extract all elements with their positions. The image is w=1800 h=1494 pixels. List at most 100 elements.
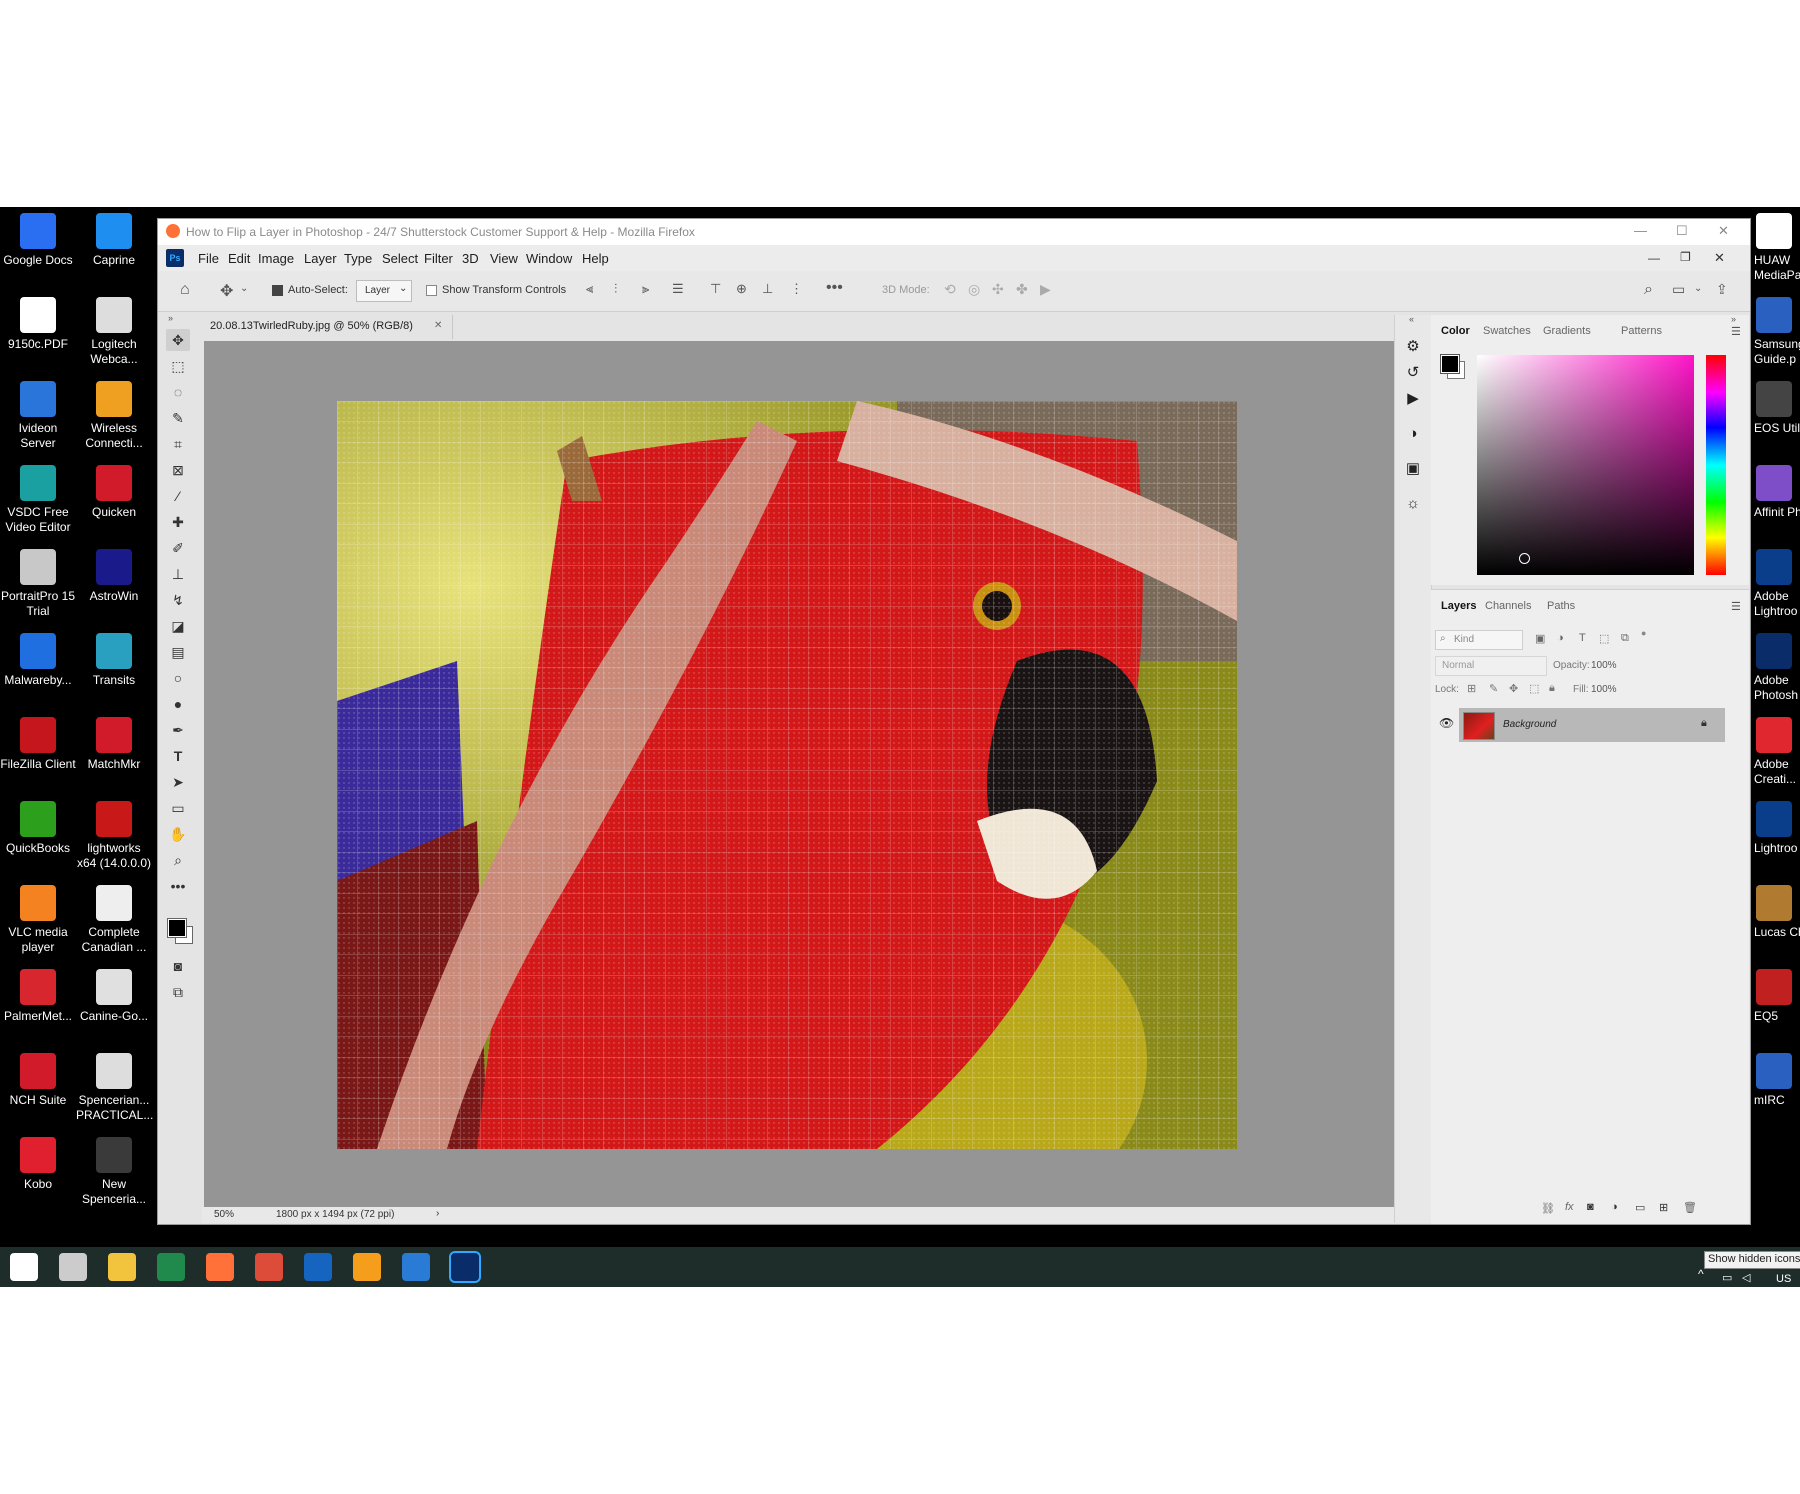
photos-icon[interactable] — [402, 1253, 430, 1281]
history-brush-icon[interactable]: ↯ — [166, 589, 190, 611]
3d-pan-icon[interactable]: ✣ — [992, 281, 1004, 298]
move-tool-icon[interactable]: ✥ — [220, 281, 233, 301]
dock-collapse-icon[interactable]: « — [1409, 314, 1414, 324]
desktop-icon[interactable]: Logitech Webca... — [76, 297, 152, 367]
filter-type-icon[interactable]: T — [1579, 632, 1586, 644]
new-group-icon[interactable]: ▭ — [1635, 1201, 1645, 1214]
document-tab[interactable]: 20.08.13TwirledRuby.jpg @ 50% (RGB/8) ✕ — [202, 315, 453, 339]
adjustments-icon[interactable]: ◑ — [1403, 425, 1423, 445]
quick-select-icon[interactable]: ✎ — [166, 407, 190, 429]
lock-all-icon[interactable]: 🔒︎ — [1549, 682, 1555, 695]
3d-roll-icon[interactable]: ◎ — [968, 281, 980, 298]
lock-transparent-icon[interactable]: ⊞ — [1467, 682, 1476, 695]
workspace-icon[interactable]: ▭ — [1672, 281, 1685, 298]
desktop-icon[interactable]: Ivideon Server — [0, 381, 76, 451]
fill-value[interactable]: 100% — [1591, 684, 1617, 695]
lock-pixels-icon[interactable]: ✎ — [1489, 682, 1498, 695]
3d-slide-icon[interactable]: ✤ — [1016, 281, 1028, 298]
tab-swatches[interactable]: Swatches — [1483, 325, 1531, 337]
desktop-icon[interactable]: AstroWin — [76, 549, 152, 604]
desktop-icon[interactable]: Quicken — [76, 465, 152, 520]
filter-adjustment-icon[interactable]: ◑ — [1557, 632, 1564, 644]
blend-mode-dropdown[interactable]: Normal — [1435, 656, 1547, 676]
more-options-icon[interactable]: ••• — [826, 279, 843, 297]
menu-select[interactable]: Select — [382, 251, 418, 266]
menu-help[interactable]: Help — [582, 251, 609, 266]
close-icon[interactable]: ✕ — [1718, 223, 1729, 239]
maximize-icon[interactable]: ☐ — [1676, 223, 1688, 239]
show-transform-checkbox[interactable] — [426, 285, 437, 296]
desktop-icon[interactable]: PortraitPro 15 Trial — [0, 549, 76, 619]
ps-close-icon[interactable]: ✕ — [1714, 250, 1725, 266]
desktop-icon[interactable]: PalmerMet... — [0, 969, 76, 1024]
spreadsheet-icon[interactable] — [157, 1253, 185, 1281]
desktop-icon[interactable]: Transits — [76, 633, 152, 688]
3d-camera-icon[interactable]: ▶ — [1040, 281, 1051, 298]
canvas-area[interactable] — [204, 341, 1418, 1207]
menu-filter[interactable]: Filter — [424, 251, 453, 266]
lasso-icon[interactable]: ◌ — [166, 381, 190, 403]
add-mask-icon[interactable]: ◙ — [1587, 1201, 1594, 1213]
libraries-icon[interactable]: ▣ — [1403, 459, 1423, 479]
filter-toggle-icon[interactable]: ● — [1641, 628, 1646, 638]
chevron-down-icon[interactable]: ⌄ — [240, 283, 248, 294]
align-left-icon[interactable]: ⫷ — [586, 281, 593, 297]
desktop-icon[interactable]: Spencerian... PRACTICAL... — [76, 1053, 153, 1123]
desktop-icon[interactable]: QuickBooks — [0, 801, 76, 856]
layer-fx-icon[interactable]: fx — [1565, 1201, 1574, 1213]
firefox-icon[interactable] — [206, 1253, 234, 1281]
delete-layer-icon[interactable]: 🗑︎ — [1683, 1201, 1697, 1214]
menu-view[interactable]: View — [490, 251, 518, 266]
mail-icon[interactable] — [304, 1253, 332, 1281]
tab-paths[interactable]: Paths — [1547, 600, 1575, 612]
document-close-icon[interactable]: ✕ — [434, 320, 442, 331]
tab-patterns[interactable]: Patterns — [1621, 325, 1662, 337]
workspace-chevron-icon[interactable]: ⌄ — [1694, 283, 1702, 294]
orange-app-icon[interactable] — [353, 1253, 381, 1281]
search-icon[interactable]: ⌕ — [1644, 281, 1653, 299]
parrot-photo[interactable] — [337, 401, 1237, 1149]
desktop-icon[interactable]: Affinit Photo — [1754, 465, 1800, 520]
align-center-icon[interactable]: ⫶ — [614, 281, 617, 297]
gradient-icon[interactable]: ▤ — [166, 641, 190, 663]
foreground-color-swatch[interactable] — [167, 918, 187, 938]
desktop-icon[interactable]: Complete Canadian ... — [76, 885, 152, 955]
panel-menu-icon[interactable]: ☰ — [1731, 325, 1741, 338]
layer-filter-dropdown[interactable]: ⌕ Kind — [1435, 630, 1523, 650]
desktop-icon[interactable]: Caprine — [76, 213, 152, 268]
show-hidden-chevron-icon[interactable]: ^ — [1698, 1267, 1704, 1281]
share-icon[interactable]: ⇪ — [1716, 281, 1728, 298]
move-icon[interactable]: ✥ — [166, 329, 190, 351]
panel-fg-swatch[interactable] — [1440, 354, 1460, 374]
desktop-icon[interactable]: VSDC Free Video Editor — [0, 465, 76, 535]
layer-row[interactable]: Background 🔒︎ — [1459, 708, 1725, 742]
chrome-icon[interactable] — [255, 1253, 283, 1281]
layers-menu-icon[interactable]: ☰ — [1731, 600, 1741, 613]
opacity-value[interactable]: 100% — [1591, 660, 1617, 671]
desktop-icon[interactable]: FileZilla Client — [0, 717, 76, 772]
filter-pixel-icon[interactable]: ▣ — [1535, 632, 1545, 645]
new-layer-icon[interactable]: ⊞ — [1659, 1201, 1668, 1214]
desktop-icon[interactable]: MatchMkr — [76, 717, 152, 772]
learn-icon[interactable]: ☼ — [1403, 495, 1423, 515]
screen-mode-icon[interactable]: ⧉ — [166, 981, 190, 1003]
type-icon[interactable]: T — [166, 745, 190, 767]
distribute-icon[interactable]: ☰ — [672, 281, 684, 297]
menu-window[interactable]: Window — [526, 251, 572, 266]
rectangle-icon[interactable]: ▭ — [166, 797, 190, 819]
home-icon[interactable]: ⌂ — [180, 281, 190, 299]
menu-type[interactable]: Type — [344, 251, 372, 266]
healing-brush-icon[interactable]: ✚ — [166, 511, 190, 533]
desktop-icon[interactable]: Adobe Creati... — [1754, 717, 1800, 787]
path-select-icon[interactable]: ➤ — [166, 771, 190, 793]
desktop-icon[interactable]: Lightroo CC — [1754, 801, 1800, 856]
align-middle-icon[interactable]: ⊕ — [736, 281, 747, 297]
edit-toolbar-icon[interactable]: ••• — [166, 875, 190, 897]
desktop-icon[interactable]: Samsung Guide.p — [1754, 297, 1800, 367]
file-explorer-icon[interactable] — [108, 1253, 136, 1281]
auto-select-checkbox[interactable] — [272, 285, 283, 296]
new-adjustment-icon[interactable]: ◑ — [1611, 1201, 1618, 1213]
color-picker-cursor[interactable] — [1519, 553, 1530, 564]
align-top-icon[interactable]: ⊤ — [710, 281, 721, 297]
quick-mask-icon[interactable]: ◙ — [166, 955, 190, 977]
